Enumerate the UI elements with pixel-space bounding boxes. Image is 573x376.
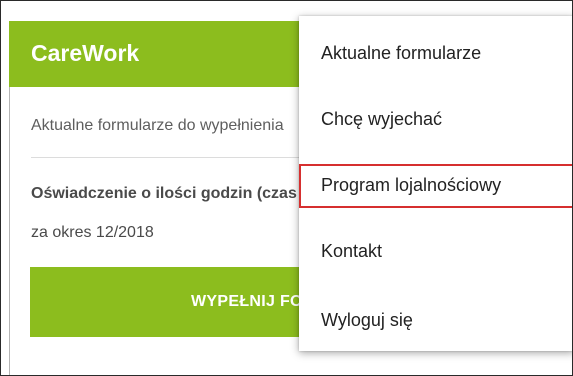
menu-item-label: Kontakt — [321, 241, 383, 261]
menu-item-current-forms[interactable]: Aktualne formularze — [299, 21, 572, 87]
overflow-menu: Aktualne formularze Chcę wyjechać Progra… — [299, 16, 572, 354]
menu-item-label: Wyloguj się — [321, 310, 413, 330]
app-title: CareWork — [31, 40, 140, 66]
menu-item-logout[interactable]: Wyloguj się — [299, 288, 572, 354]
menu-item-label: Program lojalnościowy — [321, 175, 502, 195]
menu-item-contact[interactable]: Kontakt — [299, 219, 572, 285]
menu-item-label: Aktualne formularze — [321, 43, 482, 63]
menu-item-want-to-leave[interactable]: Chcę wyjechać — [299, 87, 572, 153]
form-period: za okres 12/2018 — [31, 224, 154, 241]
menu-item-label: Chcę wyjechać — [321, 109, 443, 129]
menu-item-loyalty-program[interactable]: Program lojalnościowy — [299, 164, 572, 208]
app-window: CareWork Aktualne formularze do wypełnie… — [0, 0, 573, 376]
forms-subtitle: Aktualne formularze do wypełnienia — [31, 117, 284, 134]
